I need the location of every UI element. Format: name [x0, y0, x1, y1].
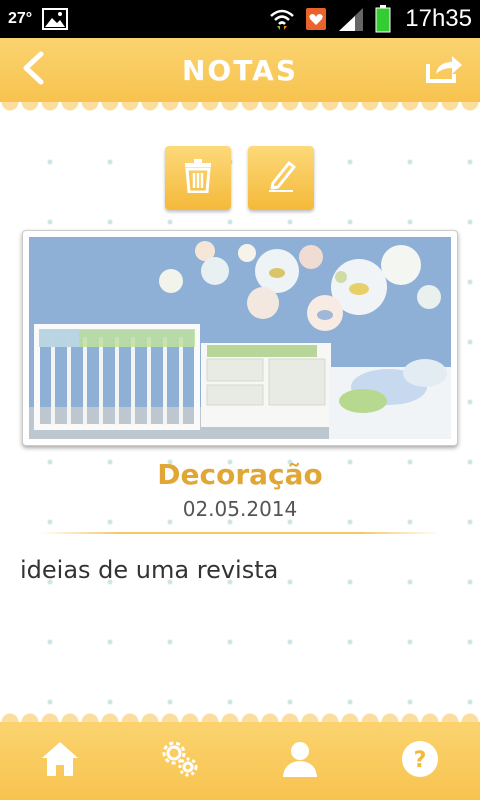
pencil-icon: [265, 159, 297, 197]
temperature-text: 27°: [8, 10, 33, 27]
status-bar: 27° 17h35: [0, 0, 480, 38]
note-title: Decoração: [157, 458, 323, 491]
wifi-icon: [269, 8, 295, 30]
chevron-left-icon: [21, 51, 45, 89]
divider: [40, 532, 440, 534]
status-left: 27°: [8, 8, 69, 30]
nav-help-button[interactable]: ?: [390, 731, 450, 791]
share-button[interactable]: [422, 50, 466, 90]
bottom-navigation: ?: [0, 712, 480, 800]
app-header: NOTAS: [0, 38, 480, 112]
notification-icon: [305, 7, 327, 31]
profile-icon: [281, 740, 319, 782]
nav-home-button[interactable]: [30, 731, 90, 791]
battery-icon: [375, 5, 391, 33]
nav-profile-button[interactable]: [270, 731, 330, 791]
page-title: NOTAS: [182, 53, 298, 87]
note-date: 02.05.2014: [182, 497, 298, 521]
trash-icon: [184, 159, 212, 197]
delete-button[interactable]: [165, 146, 231, 210]
home-icon: [41, 741, 79, 781]
signal-icon: [337, 7, 365, 31]
note-body: ideias de uma revista: [20, 556, 279, 584]
help-icon: ?: [401, 740, 439, 782]
gallery-icon: [42, 8, 69, 30]
note-photo-frame[interactable]: [22, 230, 458, 446]
svg-text:?: ?: [414, 748, 427, 773]
clock-text: 17h35: [405, 5, 472, 32]
settings-icon: [160, 739, 200, 783]
share-icon: [424, 52, 464, 88]
nursery-room-photo: [29, 237, 451, 439]
status-right: 17h35: [269, 5, 472, 33]
nursery-illustration: [29, 237, 451, 439]
edit-button[interactable]: [248, 146, 314, 210]
back-button[interactable]: [16, 50, 50, 90]
nav-settings-button[interactable]: [150, 731, 210, 791]
